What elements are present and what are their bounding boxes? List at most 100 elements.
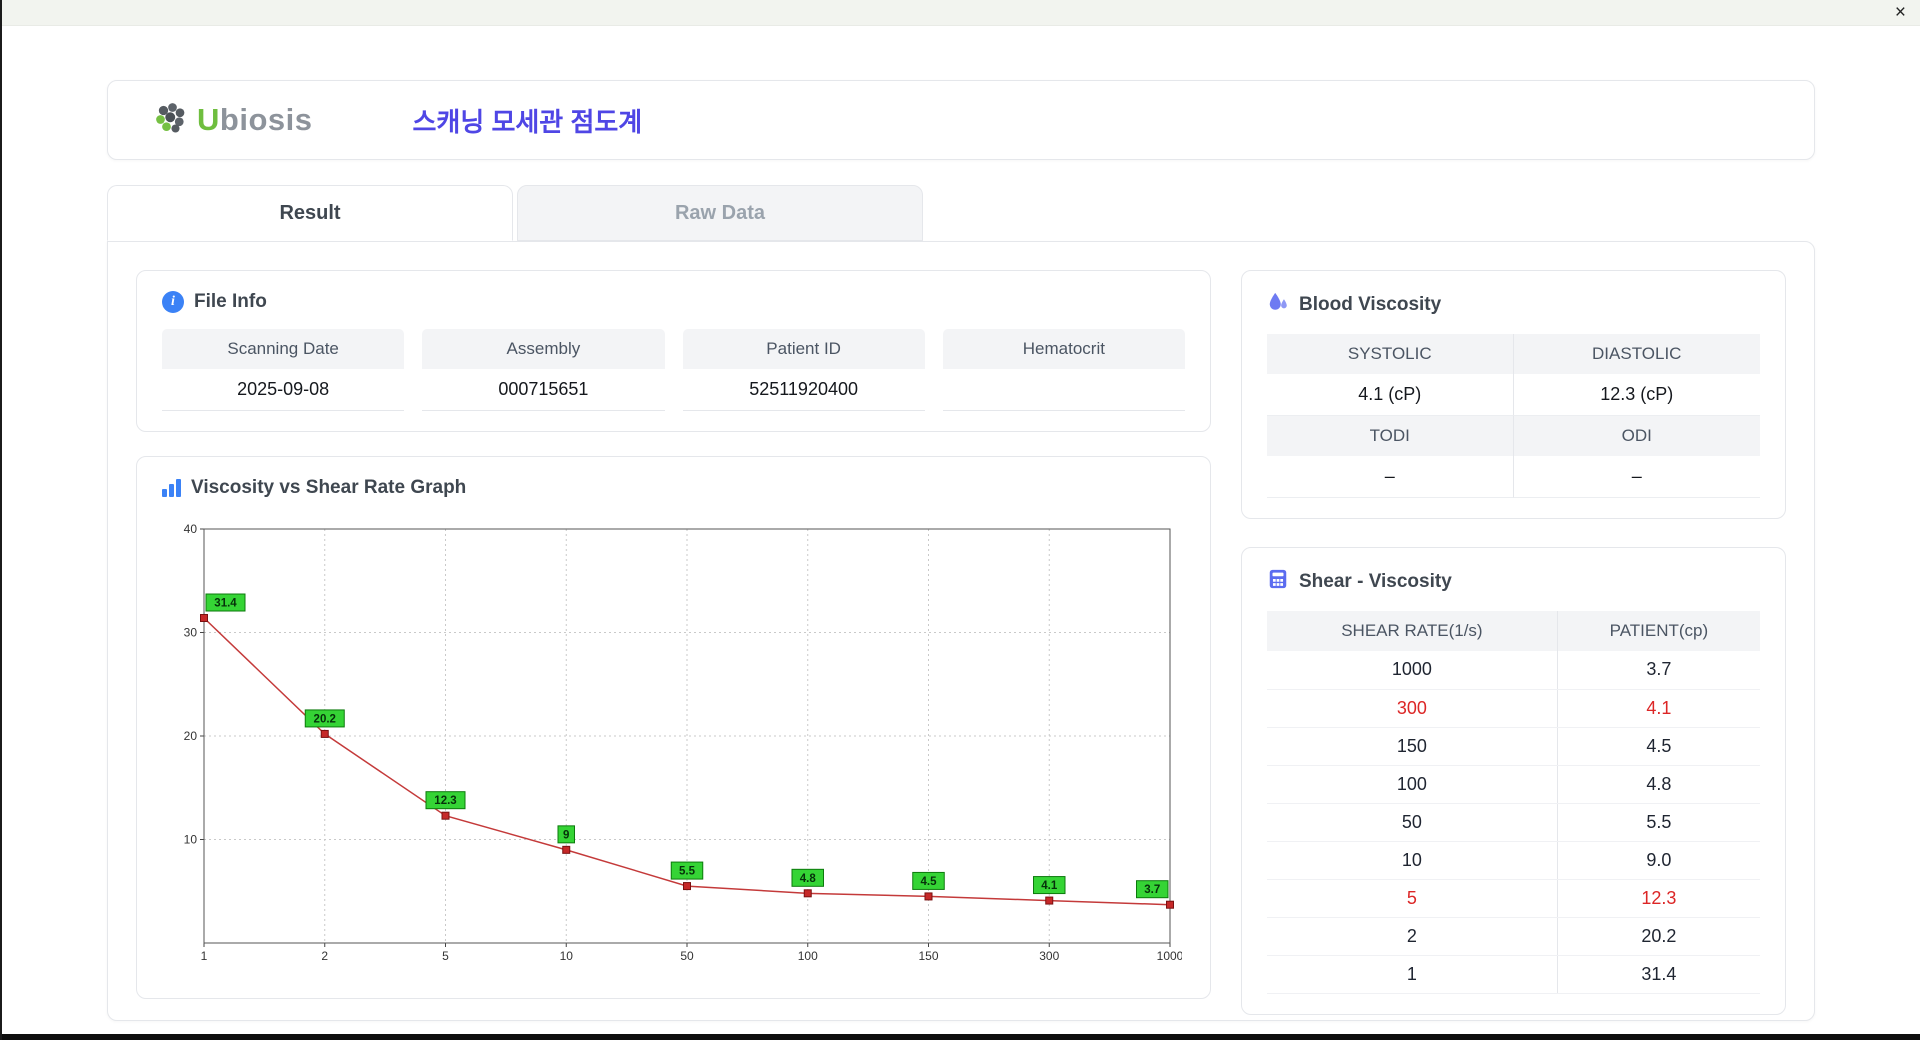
bv-value: 12.3 (cP): [1513, 374, 1760, 416]
bv-header: DIASTOLIC: [1513, 334, 1760, 374]
file-info-card: i File Info Scanning Date 2025-09-08 Ass…: [136, 270, 1211, 432]
shear-row: 1000 3.7: [1267, 651, 1760, 690]
bv-header: ODI: [1513, 416, 1760, 456]
shear-rate-cell: 1: [1267, 955, 1558, 994]
patient-cp-cell: 4.1: [1557, 689, 1760, 728]
shear-row: 2 20.2: [1267, 917, 1760, 956]
shear-row: 5 12.3: [1267, 879, 1760, 918]
point-label: 5.5: [670, 861, 704, 880]
shear-row: 300 4.1: [1267, 689, 1760, 728]
window-titlebar: ×: [2, 0, 1920, 26]
shear-rate-cell: 1000: [1267, 651, 1558, 690]
svg-text:100: 100: [798, 949, 818, 963]
logo-text: Ubiosis: [197, 102, 313, 137]
graph-card: Viscosity vs Shear Rate Graph 10 20 30 40 1 2…: [136, 456, 1211, 999]
svg-text:5: 5: [442, 949, 449, 963]
shear-table-body: 1000 3.7 300 4.1 150 4.5 100 4.8 50 5.5 …: [1267, 651, 1760, 994]
shear-row: 1 31.4: [1267, 955, 1760, 994]
patient-cp-cell: 20.2: [1557, 917, 1760, 956]
tab-result[interactable]: Result: [107, 185, 513, 241]
calculator-icon: [1267, 568, 1289, 595]
field-value: 2025-09-08: [162, 369, 405, 411]
svg-text:20.2: 20.2: [314, 713, 336, 725]
svg-text:300: 300: [1039, 949, 1059, 963]
point-label: 4.1: [1033, 876, 1066, 895]
svg-text:50: 50: [680, 949, 694, 963]
field-label: Assembly: [422, 329, 665, 369]
svg-text:40: 40: [184, 522, 198, 536]
svg-text:10: 10: [560, 949, 574, 963]
svg-text:31.4: 31.4: [214, 598, 237, 610]
bottom-edge: [2, 1034, 1920, 1040]
shear-row: 50 5.5: [1267, 803, 1760, 842]
field-value: [942, 369, 1185, 411]
point-label: 9: [557, 825, 575, 844]
shear-rate-column-header: SHEAR RATE(1/s): [1267, 611, 1558, 651]
file-info-field: Assembly 000715651: [422, 329, 665, 411]
page: Ubiosis 스캐닝 모세관 점도계 Result Raw Data i Fi…: [2, 26, 1920, 1021]
file-info-field: Patient ID 52511920400: [682, 329, 925, 411]
point-label: 12.3: [425, 791, 466, 810]
svg-text:20: 20: [184, 729, 198, 743]
bv-value: –: [1513, 456, 1760, 498]
patient-cp-cell: 4.8: [1557, 765, 1760, 804]
shear-rate-cell: 300: [1267, 689, 1558, 728]
shear-row: 100 4.8: [1267, 765, 1760, 804]
svg-text:1000: 1000: [1157, 949, 1182, 963]
shear-row: 10 9.0: [1267, 841, 1760, 880]
blood-drop-icon: [1267, 291, 1289, 318]
shear-rate-cell: 2: [1267, 917, 1558, 956]
file-info-fields: Scanning Date 2025-09-08 Assembly 000715…: [162, 329, 1185, 411]
left-column: i File Info Scanning Date 2025-09-08 Ass…: [136, 270, 1211, 999]
close-icon[interactable]: ×: [1895, 3, 1906, 22]
point-label: 3.7: [1136, 880, 1169, 899]
svg-text:12.3: 12.3: [434, 795, 456, 807]
file-info-field: Hematocrit: [942, 329, 1185, 411]
field-label: Hematocrit: [942, 329, 1185, 369]
right-column: Blood Viscosity SYSTOLIC DIASTOLIC 4.1 (…: [1241, 270, 1786, 1015]
shear-viscosity-title-row: Shear - Viscosity: [1267, 568, 1760, 595]
blood-viscosity-grid: SYSTOLIC DIASTOLIC 4.1 (cP) 12.3 (cP) TOD…: [1267, 334, 1760, 498]
graph-title-row: Viscosity vs Shear Rate Graph: [162, 477, 1185, 499]
svg-text:4.5: 4.5: [921, 876, 938, 888]
bv-value: –: [1267, 456, 1514, 498]
bar-chart-icon: [162, 479, 181, 497]
patient-cp-cell: 5.5: [1557, 803, 1760, 842]
shear-rate-cell: 100: [1267, 765, 1558, 804]
shear-row: 150 4.5: [1267, 727, 1760, 766]
patient-cp-cell: 4.5: [1557, 727, 1760, 766]
field-value: 52511920400: [682, 369, 925, 411]
viscosity-chart-svg: 10 20 30 40 1 2 5 10 50 100 150 300 1000 31.4 20.2 12.3…: [184, 522, 1184, 963]
file-info-title-row: i File Info: [162, 291, 1185, 313]
blood-viscosity-card: Blood Viscosity SYSTOLIC DIASTOLIC 4.1 (…: [1241, 270, 1786, 519]
svg-text:4.8: 4.8: [800, 873, 817, 885]
shear-viscosity-table: SHEAR RATE(1/s) PATIENT(cp) 1000 3.7 300…: [1267, 611, 1760, 994]
field-label: Patient ID: [682, 329, 925, 369]
point-label: 4.5: [912, 871, 945, 890]
svg-text:10: 10: [184, 833, 198, 847]
ubiosis-logo: Ubiosis: [153, 100, 312, 141]
viscosity-chart: 10 20 30 40 1 2 5 10 50 100 150 300 1000 31.4 20.2 12.3…: [162, 515, 1185, 978]
svg-text:1: 1: [201, 949, 208, 963]
point-label: 20.2: [304, 709, 345, 728]
info-icon: i: [162, 291, 184, 313]
svg-text:150: 150: [918, 949, 938, 963]
svg-text:30: 30: [184, 626, 198, 640]
blood-viscosity-title-row: Blood Viscosity: [1267, 291, 1760, 318]
app-header: Ubiosis 스캐닝 모세관 점도계: [107, 80, 1815, 160]
bv-header: TODI: [1267, 416, 1514, 456]
shear-table-header-row: SHEAR RATE(1/s) PATIENT(cp): [1267, 611, 1760, 651]
logo-berry-icon: [153, 100, 189, 141]
shear-rate-cell: 5: [1267, 879, 1558, 918]
shear-rate-cell: 10: [1267, 841, 1558, 880]
bv-header: SYSTOLIC: [1267, 334, 1514, 374]
tab-raw-data[interactable]: Raw Data: [517, 185, 923, 241]
patient-cp-cell: 3.7: [1557, 651, 1760, 690]
graph-title: Viscosity vs Shear Rate Graph: [191, 477, 467, 498]
blood-viscosity-title: Blood Viscosity: [1299, 293, 1442, 315]
patient-cp-column-header: PATIENT(cp): [1557, 611, 1760, 651]
patient-cp-cell: 31.4: [1557, 955, 1760, 994]
patient-cp-cell: 12.3: [1557, 879, 1760, 918]
tab-bar: Result Raw Data: [107, 185, 1815, 241]
bv-value: 4.1 (cP): [1267, 374, 1514, 416]
